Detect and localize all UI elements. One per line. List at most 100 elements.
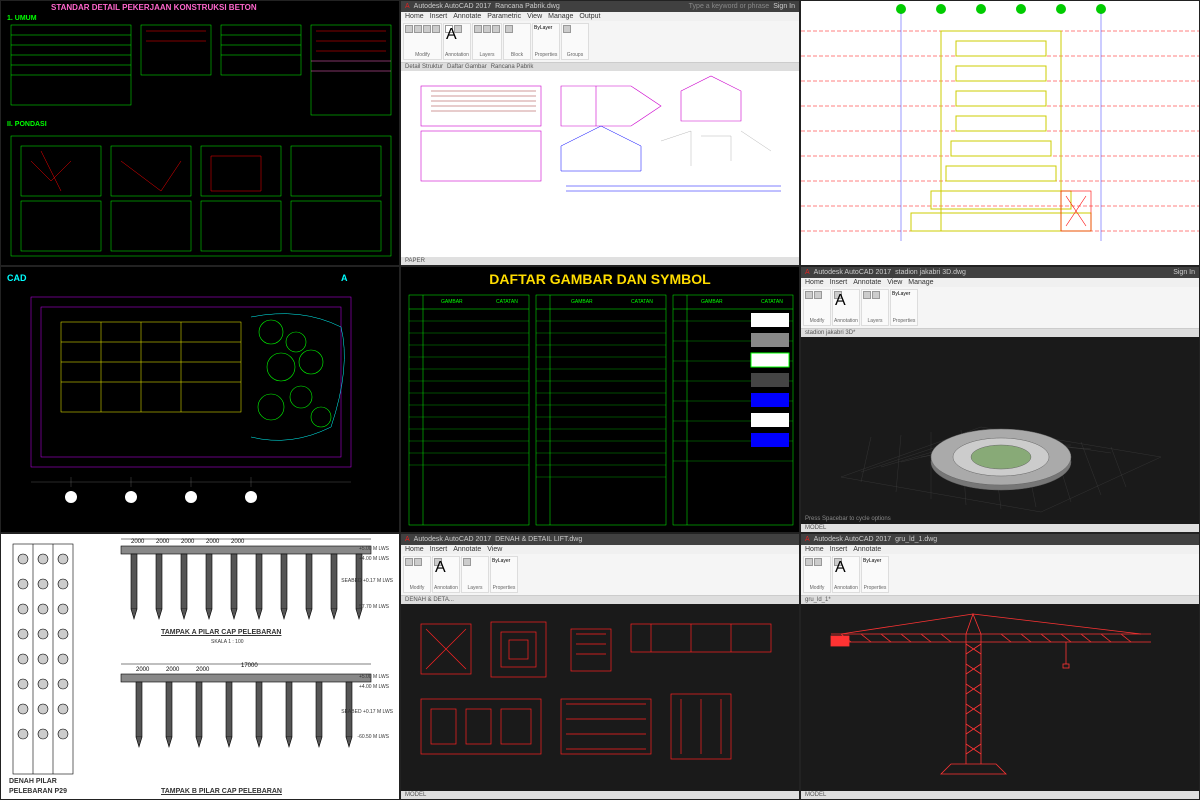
tampak-b-title: TAMPAK B PILAR CAP PELEBARAN xyxy=(161,788,282,795)
elev1b: +5.00 M LWS xyxy=(359,674,389,680)
skala-a: SKALA 1 : 100 xyxy=(211,639,244,645)
svg-text:GAMBAR: GAMBAR xyxy=(441,299,463,305)
ribbon-group: AAnnotation xyxy=(832,289,860,326)
menu-annotate[interactable]: Annotate xyxy=(453,13,481,20)
status-bar: MODEL xyxy=(801,524,1199,532)
titlebar: A Autodesk AutoCAD 2017 stadion jakabri 3D… xyxy=(801,267,1199,278)
signin-link[interactable]: Sign In xyxy=(773,3,795,10)
menu-output[interactable]: Output xyxy=(579,13,600,20)
file-tabs: Detail Struktur Daftar Gambar Rancana Pabr… xyxy=(401,63,799,71)
menu-annotate[interactable]: Annotate xyxy=(853,279,881,286)
menu-insert[interactable]: Insert xyxy=(830,279,848,286)
menu-annotate[interactable]: Annotate xyxy=(853,546,881,553)
tab[interactable]: gru_ld_1* xyxy=(805,597,831,603)
text-icon[interactable]: A xyxy=(834,558,842,566)
elev4: SEABED +0.17 M LWS xyxy=(341,578,393,584)
bylayer-dropdown[interactable]: ByLayer xyxy=(892,291,916,297)
tab[interactable]: DENAH & DETA... xyxy=(405,597,454,603)
menu-manage[interactable]: Manage xyxy=(908,279,933,286)
tool-icon[interactable] xyxy=(405,25,413,33)
ribbon-group-layers: Layers xyxy=(472,23,502,60)
building-section xyxy=(800,0,1200,266)
file-tabs: stadion jakabri 3D* xyxy=(801,329,1199,337)
tool-icon[interactable] xyxy=(872,291,880,299)
layer-icon[interactable] xyxy=(474,25,482,33)
tool-icon[interactable] xyxy=(423,25,431,33)
tool-icon[interactable] xyxy=(805,558,813,566)
menu-annotate[interactable]: Annotate xyxy=(453,546,481,553)
pilar-drawing: 20002000200020002000 17000 200020002000 … xyxy=(0,533,400,800)
menu-home[interactable]: Home xyxy=(805,279,824,286)
titlebar: AAutodesk AutoCAD 2017gru_ld_1.dwg xyxy=(801,534,1199,545)
model-space[interactable]: MODEL xyxy=(405,792,426,798)
text-icon[interactable]: A xyxy=(445,25,453,33)
file-tabs: gru_ld_1* xyxy=(801,596,1199,604)
menu-home[interactable]: Home xyxy=(405,13,424,20)
tool-icon[interactable] xyxy=(432,25,440,33)
menu-insert[interactable]: Insert xyxy=(430,13,448,20)
paper-space[interactable]: PAPER xyxy=(405,258,425,264)
model-space[interactable]: MODEL xyxy=(805,525,826,531)
svg-text:17000: 17000 xyxy=(241,663,258,669)
menu-view[interactable]: View xyxy=(887,279,902,286)
tool-icon[interactable] xyxy=(454,25,462,33)
tool-icon[interactable] xyxy=(814,291,822,299)
ribbon: Modify AAnnotation Layers ByLayerPropert… xyxy=(801,287,1199,329)
text-icon[interactable]: A xyxy=(434,558,442,566)
menu-view[interactable]: View xyxy=(527,13,542,20)
elev5: 57.70 M LWS xyxy=(359,604,389,610)
ribbon: Modify AAnnotation ByLayerProperties xyxy=(801,554,1199,596)
bylayer-dropdown[interactable]: ByLayer xyxy=(534,25,558,31)
drawing-canvas[interactable] xyxy=(401,71,799,257)
status-bar: MODEL xyxy=(801,791,1199,799)
menu-home[interactable]: Home xyxy=(805,546,824,553)
menu-insert[interactable]: Insert xyxy=(430,546,448,553)
text-icon[interactable]: A xyxy=(834,291,842,299)
tool-icon[interactable] xyxy=(563,25,571,33)
app-icon: A xyxy=(805,269,810,276)
svg-text:2000: 2000 xyxy=(136,667,150,673)
menu-manage[interactable]: Manage xyxy=(548,13,573,20)
drawing-canvas-3d[interactable]: Press Spacebar to cycle options xyxy=(801,337,1199,524)
tool-icon[interactable] xyxy=(463,558,471,566)
crane-drawing xyxy=(801,604,1199,791)
tool-icon[interactable] xyxy=(414,25,422,33)
svg-text:GAMBAR: GAMBAR xyxy=(571,299,593,305)
tampak-a-title: TAMPAK A PILAR CAP PELEBARAN xyxy=(161,629,281,636)
signin-link[interactable]: Sign In xyxy=(1173,269,1195,276)
titlebar: A Autodesk AutoCAD 2017 Rancana Pabrik.d… xyxy=(401,1,799,12)
tool-icon[interactable] xyxy=(863,291,871,299)
tool-icon[interactable] xyxy=(492,25,500,33)
app-title: Autodesk AutoCAD 2017 xyxy=(814,269,891,276)
drawing-canvas[interactable] xyxy=(801,604,1199,791)
ribbon-group-properties: ByLayerProperties xyxy=(532,23,560,60)
tool-icon[interactable] xyxy=(483,25,491,33)
svg-text:2000: 2000 xyxy=(231,539,245,545)
tool-icon[interactable] xyxy=(405,558,413,566)
tab[interactable]: Detail Struktur xyxy=(405,64,443,70)
bylayer-dropdown[interactable]: ByLayer xyxy=(492,558,516,564)
tool-icon[interactable] xyxy=(814,558,822,566)
ribbon-group: ByLayerProperties xyxy=(890,289,918,326)
tab[interactable]: Daftar Gambar xyxy=(447,64,487,70)
symbol-list: DAFTAR GAMBAR DAN SYMBOL GAMBARCATATANGA… xyxy=(400,266,800,533)
model-space[interactable]: MODEL xyxy=(805,792,826,798)
tool-icon[interactable] xyxy=(805,291,813,299)
file-name: gru_ld_1.dwg xyxy=(895,536,937,543)
tool-icon[interactable] xyxy=(414,558,422,566)
hint-text: Press Spacebar to cycle options xyxy=(805,516,891,522)
menu-view[interactable]: View xyxy=(487,546,502,553)
menu-parametric[interactable]: Parametric xyxy=(487,13,521,20)
pilar-svg: 20002000200020002000 17000 200020002000 xyxy=(1,534,399,799)
tool-icon[interactable] xyxy=(505,25,513,33)
bylayer-dropdown[interactable]: ByLayer xyxy=(863,558,887,564)
menu-insert[interactable]: Insert xyxy=(830,546,848,553)
file-name: DENAH & DETAIL LIFT.dwg xyxy=(495,536,582,543)
ribbon: Modify AAnnotation Layers Block ByLayerP… xyxy=(401,21,799,63)
search-box[interactable]: Type a keyword or phrase xyxy=(689,3,770,10)
file-name: stadion jakabri 3D.dwg xyxy=(895,269,966,276)
tab[interactable]: stadion jakabri 3D* xyxy=(805,330,855,336)
menu-home[interactable]: Home xyxy=(405,546,424,553)
tab-active[interactable]: Rancana Pabrik xyxy=(491,64,534,70)
drawing-canvas[interactable] xyxy=(401,604,799,791)
